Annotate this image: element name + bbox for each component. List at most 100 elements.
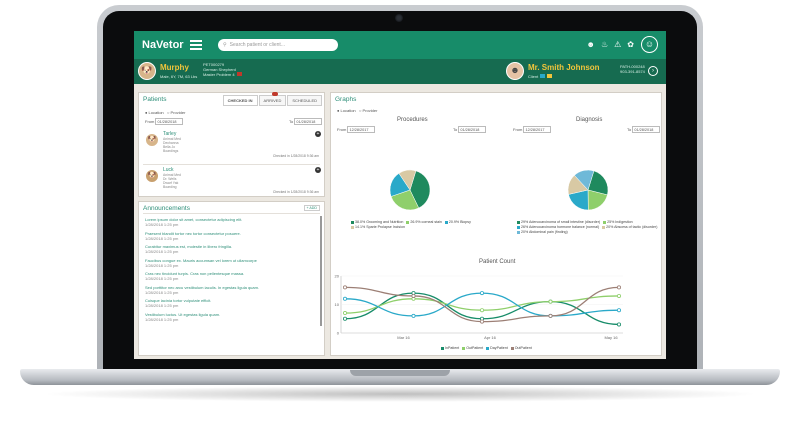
user-group-icon[interactable]: ☻: [587, 40, 595, 49]
webcam-icon: [395, 14, 403, 22]
to-date-input[interactable]: 01/28/2018: [294, 118, 323, 125]
patients-panel: Patients CHECKED IN ARRIVED SCHEDULED ● …: [138, 92, 325, 197]
patient-tabs: CHECKED IN ARRIVED SCHEDULED: [222, 92, 322, 106]
data-point: [479, 319, 484, 324]
patient-problem: Master Problem 4: [203, 72, 242, 77]
patient-list-item[interactable]: 🐶 Luck Animal Med Dr. Wells Dwarf Yak Board…: [145, 165, 321, 197]
tab-arrived[interactable]: ARRIVED: [258, 92, 287, 106]
patient-count-legend-item: DayPatient: [486, 346, 508, 351]
more-icon[interactable]: +: [315, 131, 321, 137]
announcement-item[interactable]: Cuisque lacinia tortor vulputate efficit…: [145, 298, 211, 308]
announcement-text: Faucibus congue ex. Mauris accumsan vel …: [145, 257, 257, 263]
announcement-date: 1/28/2018 1:25 pm: [145, 316, 179, 322]
procedures-legend: 38.0% Grooming and Nutrition 26.9% cornea…: [351, 220, 491, 230]
data-point: [411, 313, 416, 318]
location-radio[interactable]: ● Location: [145, 110, 164, 115]
location-provider-radios: ● Location ○ Provider: [145, 110, 185, 115]
count-badge: [272, 92, 279, 96]
patient-list-item[interactable]: 🐶 Tarley Animal Med Dechanna Bella Jo Board…: [145, 129, 321, 161]
y-tick-label: 10: [335, 302, 340, 307]
patient-name[interactable]: Murphy: [160, 63, 189, 72]
pet-info: Animal Med Dr. Wells Dwarf Yak Boarding: [163, 173, 181, 189]
announcements-panel: Announcements + ADD Lorem ipsum dolor si…: [138, 201, 325, 356]
announcement-date: 1/28/2018 1:25 pm: [145, 235, 179, 241]
app-screen: NaVetor ⚲ Search patient or client... ☻ …: [134, 31, 666, 359]
announcement-date: 1/28/2018 1:25 pm: [145, 276, 179, 281]
laptop-notch: [350, 370, 450, 376]
email-icon: [540, 74, 546, 78]
data-point: [342, 311, 347, 316]
patient-count-legend-item: InPatient: [441, 346, 459, 351]
from-label: From: [145, 119, 155, 124]
procedures-legend-item: 26.9% corneal stain: [406, 220, 442, 225]
patient-bar: 🐶 Murphy Male, 6Y, 7M, 63 Lbs PET000279 …: [134, 59, 666, 84]
checked-in-time: Checked in 1/28/2018 9:36 am: [272, 190, 319, 194]
data-point: [342, 296, 347, 301]
announcement-item[interactable]: Vestibulum luctus. Ut egestas ligula qua…: [145, 312, 220, 322]
brand-logo[interactable]: NaVetor: [142, 39, 186, 51]
y-tick-label: 20: [335, 274, 340, 279]
divider: [143, 213, 320, 214]
diagnosis-legend: 29% Adenocarcinoma of small intestine (d…: [517, 220, 661, 235]
provider-radio[interactable]: ○ Provider: [167, 110, 185, 115]
graphs-panel: Graphs ● Location ○ Provider Procedures …: [330, 92, 662, 356]
paw-icon[interactable]: ✿: [627, 40, 634, 49]
user-avatar-icon[interactable]: ☺: [641, 36, 658, 53]
data-point: [342, 316, 347, 321]
announcement-date: 1/28/2018 1:25 pm: [145, 222, 179, 227]
announcement-item[interactable]: Faucibus congue ex. Mauris accumsan vel …: [145, 258, 257, 268]
search-input[interactable]: ⚲ Search patient or client...: [218, 39, 338, 51]
announcement-item[interactable]: Cras nec tincidunt turpis. Cras non pell…: [145, 271, 244, 281]
announcement-item[interactable]: Sed porttitor nec arcu vestibulum iaculi…: [145, 285, 259, 295]
data-point: [411, 293, 416, 298]
from-date-input[interactable]: 01/28/2018: [155, 118, 184, 125]
alert-flag-icon: [236, 72, 242, 76]
patient-count-title: Patient Count: [479, 259, 516, 265]
dog-avatar[interactable]: 🐶: [138, 62, 156, 80]
procedures-legend-item: 20.9% Biopsy: [444, 220, 471, 225]
warning-icon[interactable]: ⚠: [614, 40, 621, 49]
data-point: [479, 308, 484, 313]
date-filters: From 01/28/2018: [145, 118, 184, 125]
add-announcement-button[interactable]: + ADD: [303, 205, 320, 211]
y-tick-label: 0: [337, 331, 340, 336]
client-name[interactable]: Mr. Smith Johnson: [528, 63, 600, 72]
header-icons: ☻ ♨ ⚠ ✿: [587, 40, 634, 49]
announcement-item[interactable]: Curabitur maximus est, molestie in liber…: [145, 244, 232, 254]
scrollbar[interactable]: [320, 216, 322, 326]
tab-checked-in[interactable]: CHECKED IN: [222, 95, 258, 106]
announcement-item[interactable]: Lorem ipsum dolor sit amet, consectetur …: [145, 217, 242, 227]
data-point: [548, 313, 553, 318]
to-label: To: [289, 119, 294, 124]
announcement-date: 1/28/2018 1:25 pm: [145, 289, 179, 295]
menu-icon[interactable]: [190, 40, 202, 50]
bell-icon[interactable]: ♨: [601, 40, 608, 49]
more-icon[interactable]: +: [315, 167, 321, 173]
client-label: Client: [528, 74, 553, 79]
top-bar: NaVetor ⚲ Search patient or client... ☻ …: [134, 31, 666, 59]
announcement-date: 1/28/2018 1:25 pm: [145, 249, 179, 254]
patient-count-legend-item: OutPatient: [510, 346, 532, 351]
x-tick-label: Apr 16: [484, 335, 497, 340]
patients-title: Patients: [143, 96, 167, 103]
x-tick-label: Mar 16: [397, 335, 410, 340]
chevron-right-icon[interactable]: ›: [648, 66, 658, 76]
client-avatar[interactable]: ☻: [506, 62, 524, 80]
laptop-mockup: NaVetor ⚲ Search patient or client... ☻ …: [0, 0, 800, 439]
data-point: [616, 322, 621, 327]
data-point: [342, 285, 347, 290]
announcement-text: Praesent blandit tortor nec tortor conse…: [145, 230, 241, 236]
checked-in-time: Checked in 1/28/2018 9:36 am: [272, 154, 319, 158]
patient-details: Male, 6Y, 7M, 63 Lbs: [160, 74, 198, 79]
pet-avatar: 🐶: [145, 133, 159, 147]
laptop-shadow: [40, 386, 760, 402]
x-tick-label: May 16: [604, 335, 618, 340]
data-point: [616, 308, 621, 313]
announcement-text: Vestibulum luctus. Ut egestas ligula qua…: [145, 311, 221, 317]
announcement-date: 1/28/2018 1:25 pm: [145, 303, 179, 308]
tab-scheduled[interactable]: SCHEDULED: [287, 95, 322, 106]
announcement-date: 1/28/2018 1:25 pm: [145, 262, 179, 268]
announcement-item[interactable]: Praesent blandit tortor nec tortor conse…: [145, 231, 241, 241]
procedures-legend-item: 14.1% Sparie Prolapse Incision: [351, 225, 405, 230]
data-point: [548, 299, 553, 304]
